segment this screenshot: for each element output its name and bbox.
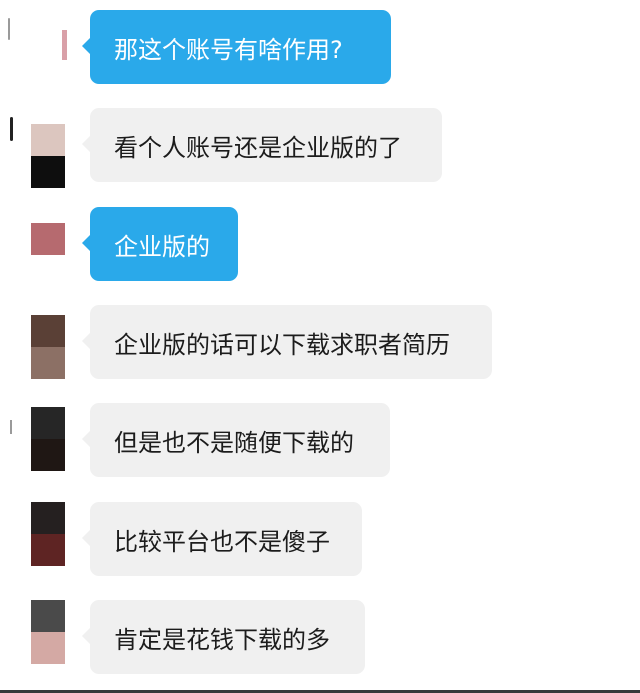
- message-text: 但是也不是随便下载的: [114, 428, 354, 457]
- avatar[interactable]: [31, 600, 65, 664]
- edge-mark: [10, 420, 12, 434]
- avatar[interactable]: [31, 315, 65, 379]
- avatar[interactable]: [31, 407, 65, 471]
- message-text: 比较平台也不是傻子: [114, 527, 330, 556]
- avatar[interactable]: [31, 502, 65, 566]
- chat-bubble-received[interactable]: 肯定是花钱下载的多: [82, 600, 365, 674]
- chat-bubble-received[interactable]: 但是也不是随便下载的: [82, 403, 390, 477]
- edge-mark: [8, 18, 10, 40]
- message-text: 那这个账号有啥作用?: [114, 35, 343, 64]
- message-text: 企业版的: [114, 232, 210, 261]
- avatar[interactable]: [31, 124, 65, 188]
- avatar[interactable]: [62, 30, 67, 60]
- edge-mark: [10, 117, 13, 141]
- message-text: 肯定是花钱下载的多: [114, 625, 330, 654]
- message-text: 看个人账号还是企业版的了: [114, 133, 402, 162]
- chat-bubble-received[interactable]: 看个人账号还是企业版的了: [82, 108, 442, 182]
- message-text: 企业版的话可以下载求职者简历: [114, 330, 450, 359]
- chat-window: 那这个账号有啥作用? 看个人账号还是企业版的了 企业版的 企业版的话可以下载求职…: [0, 0, 640, 693]
- chat-bubble-sent[interactable]: 企业版的: [82, 207, 238, 281]
- chat-bubble-received[interactable]: 比较平台也不是傻子: [82, 502, 362, 576]
- chat-bubble-sent[interactable]: 那这个账号有啥作用?: [82, 10, 391, 84]
- chat-bubble-received[interactable]: 企业版的话可以下载求职者简历: [82, 305, 492, 379]
- avatar[interactable]: [31, 223, 65, 255]
